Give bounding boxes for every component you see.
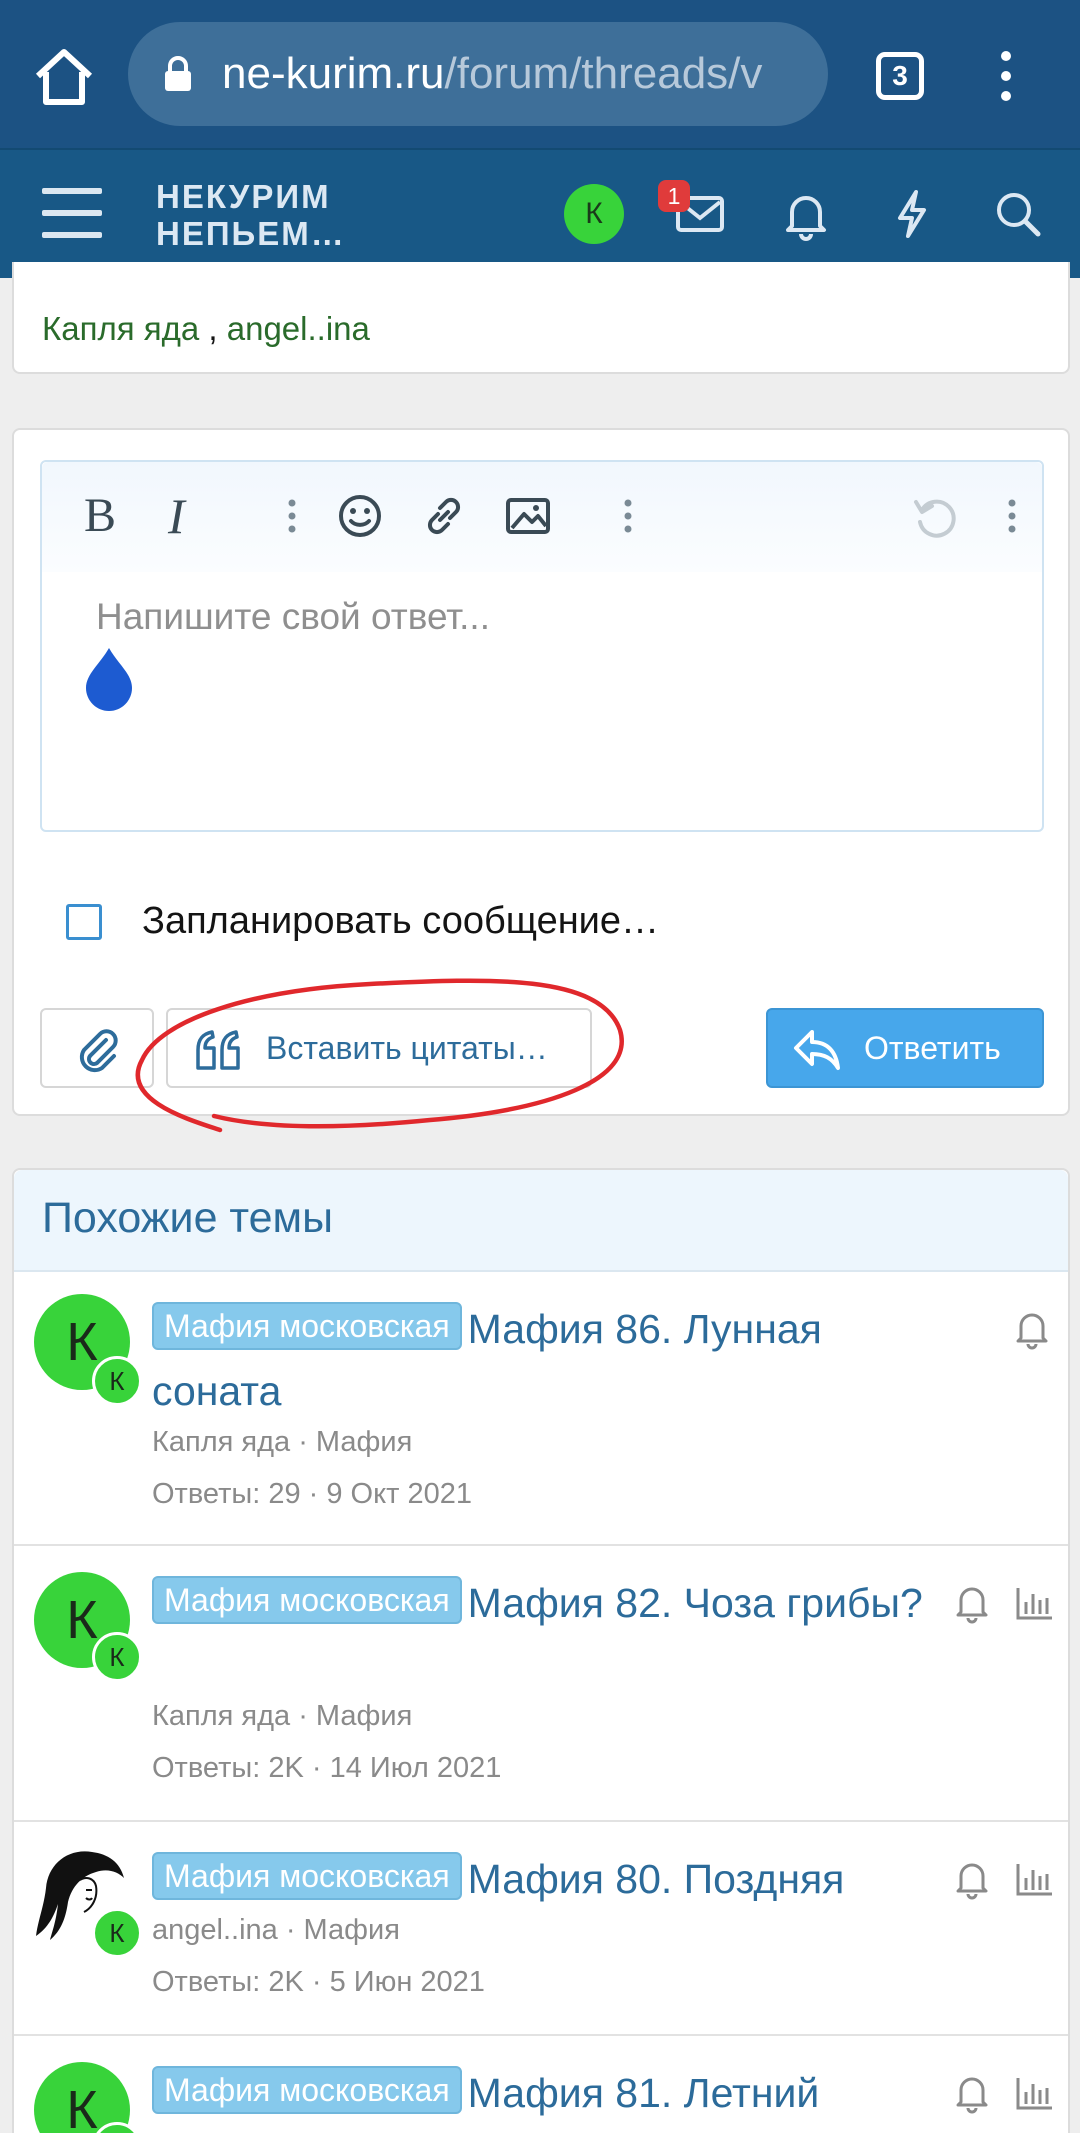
bar-chart-icon[interactable] (1014, 2070, 1054, 2114)
thread-last-poster-avatar[interactable]: К (92, 1908, 142, 1958)
bell-icon[interactable] (952, 1856, 992, 1900)
thread-author-forum: Капля яда · Мафия (152, 1700, 413, 1732)
thread-title[interactable]: Мафия московская Мафия 81. Летний (152, 2062, 932, 2124)
thread-prefix[interactable]: Мафия московская (152, 1852, 462, 1900)
thread-row[interactable]: К Мафия московская Мафия 80. Поздняя ange… (14, 1822, 1068, 2036)
thread-title-text: Мафия 81. Летний (467, 2070, 820, 2116)
url-text: ne-kurim.ru/forum/threads/v (222, 48, 762, 100)
link-icon[interactable] (416, 488, 472, 544)
thread-row[interactable]: К К Мафия московская Мафия 86. Лунная сон… (14, 1272, 1068, 1546)
thread-title[interactable]: Мафия московская Мафия 86. Лунная соната (152, 1298, 932, 1422)
reply-button-label: Ответить (864, 1030, 1001, 1066)
thread-title-text: Мафия 80. Поздняя (467, 1856, 845, 1902)
editor-toolbar: B I (42, 462, 1042, 572)
similar-threads-header: Похожие темы (14, 1170, 1068, 1272)
liker-link[interactable]: Капля яда (42, 310, 199, 347)
thread-title[interactable]: Мафия московская Мафия 82. Чоза грибы? (152, 1572, 932, 1634)
bar-chart-icon[interactable] (1014, 1856, 1054, 1900)
logo-line-1: НЕКУРИМ (156, 178, 331, 215)
user-avatar[interactable]: К (564, 184, 624, 244)
more-vertical-icon[interactable] (996, 48, 1016, 104)
post-likes-bar: Капля яда , angel..ina (12, 262, 1070, 374)
reply-arrow-icon (794, 1030, 840, 1070)
thread-stats: Ответы: 2K · 5 Июн 2021 (152, 1966, 485, 1998)
likes-separator: , (199, 310, 227, 347)
inbox-badge: 1 (658, 180, 690, 212)
url-domain: ne-kurim.ru (222, 49, 445, 98)
thread-last-poster-avatar[interactable]: К (92, 1356, 142, 1406)
address-bar[interactable]: ne-kurim.ru/forum/threads/v (128, 22, 828, 126)
bold-icon[interactable]: B (84, 488, 140, 544)
bell-icon[interactable] (952, 1580, 992, 1624)
thread-prefix[interactable]: Мафия московская (152, 1576, 462, 1624)
smile-icon[interactable] (332, 488, 388, 544)
thread-title[interactable]: Мафия московская Мафия 80. Поздняя (152, 1848, 932, 1910)
thread-row[interactable]: К К Мафия московская Мафия 82. Чоза грибы… (14, 1546, 1068, 1822)
more-text-options-icon[interactable] (264, 488, 320, 544)
thread-stats: Ответы: 2K · 14 Июл 2021 (152, 1752, 502, 1784)
bolt-icon[interactable] (884, 186, 940, 242)
thread-prefix[interactable]: Мафия московская (152, 1302, 462, 1350)
attach-files-button[interactable] (40, 1008, 154, 1088)
likes-list: Капля яда , angel..ina (42, 310, 370, 348)
hamburger-menu-icon[interactable] (42, 188, 102, 238)
site-logo[interactable]: НЕКУРИМ НЕПЬЕМ… (156, 178, 346, 252)
image-icon[interactable] (500, 488, 556, 544)
insert-quotes-label: Вставить цитаты… (266, 1030, 548, 1066)
reply-button[interactable]: Ответить (766, 1008, 1044, 1088)
thread-prefix[interactable]: Мафия московская (152, 2066, 462, 2114)
italic-icon[interactable]: I (168, 488, 224, 544)
thread-title-text: Мафия 82. Чоза грибы? (467, 1580, 923, 1626)
thread-last-poster-avatar[interactable]: К (92, 1632, 142, 1682)
browser-toolbar: ne-kurim.ru/forum/threads/v 3 (0, 0, 1080, 148)
thread-stats: Ответы: 29 · 9 Окт 2021 (152, 1478, 472, 1510)
logo-line-2: НЕПЬЕМ… (156, 215, 346, 252)
similar-threads-title: Похожие темы (42, 1194, 334, 1242)
lock-icon (165, 56, 191, 91)
bell-icon[interactable] (1012, 1306, 1052, 1350)
search-icon[interactable] (990, 186, 1046, 242)
more-options-icon[interactable] (984, 488, 1040, 544)
forum-header: НЕКУРИМ НЕПЬЕМ… К 1 (0, 148, 1080, 278)
thread-author-forum: angel..ina · Мафия (152, 1914, 400, 1946)
more-insert-options-icon[interactable] (600, 488, 656, 544)
home-icon[interactable] (30, 44, 98, 108)
paperclip-icon (79, 1029, 118, 1073)
reply-placeholder: Напишите свой ответ... (96, 596, 490, 637)
schedule-label: Запланировать сообщение… (142, 900, 660, 942)
quote-icon (196, 1030, 240, 1070)
liker-link[interactable]: angel..ina (227, 310, 370, 347)
undo-icon[interactable] (906, 488, 962, 544)
bell-icon[interactable] (952, 2070, 992, 2114)
similar-threads-block: Похожие темы К К Мафия московская Мафия 8… (12, 1168, 1070, 2133)
reply-editor[interactable]: B I Напишите свой ответ... (40, 460, 1044, 832)
url-path: /forum/threads/v (444, 49, 763, 98)
thread-row[interactable]: К К Мафия московскаяМафия 81. Летний (14, 2036, 1068, 2133)
insert-quotes-button[interactable]: Вставить цитаты… (166, 1008, 592, 1088)
bar-chart-icon[interactable] (1014, 1580, 1054, 1624)
schedule-checkbox[interactable] (66, 904, 102, 940)
quick-reply-form: B I Напишите свой ответ... Запланировать… (12, 428, 1070, 1116)
tab-switcher-button[interactable]: 3 (876, 52, 924, 100)
thread-author-forum: Капля яда · Мафия (152, 1426, 413, 1458)
text-cursor-handle-icon[interactable] (80, 646, 138, 712)
bell-icon[interactable] (778, 186, 834, 242)
